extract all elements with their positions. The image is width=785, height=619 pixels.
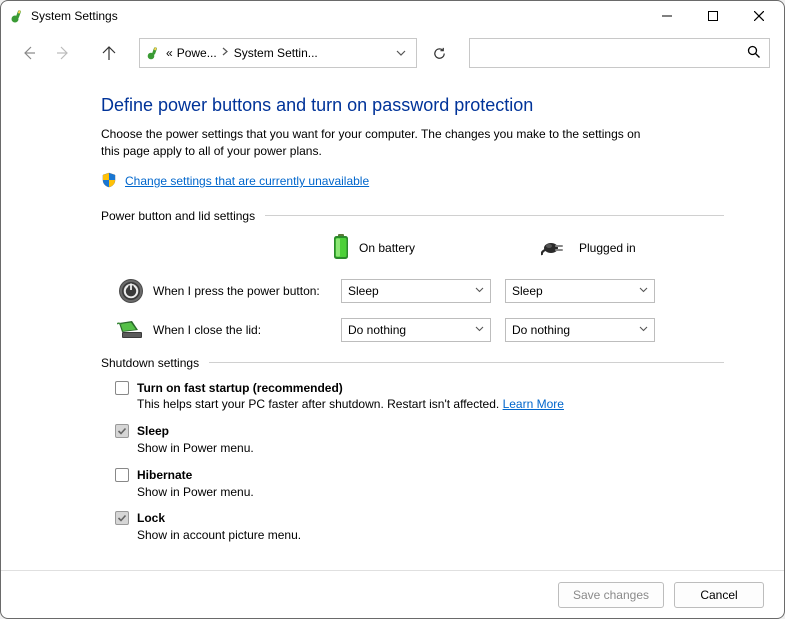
row-lid-label: When I close the lid:: [153, 323, 341, 337]
shutdown-item: LockShow in account picture menu.: [115, 510, 724, 544]
app-icon: [9, 8, 25, 24]
admin-link-row: Change settings that are currently unava…: [101, 172, 724, 191]
shutdown-item-title: Hibernate: [137, 467, 254, 484]
checkbox[interactable]: [115, 468, 129, 482]
breadcrumb-item[interactable]: System Settin...: [234, 46, 318, 60]
window-title: System Settings: [31, 9, 644, 23]
shutdown-item-title: Turn on fast startup (recommended): [137, 380, 564, 397]
combo-value: Sleep: [512, 284, 543, 298]
maximize-button[interactable]: [690, 1, 736, 31]
shutdown-item-text: Turn on fast startup (recommended)This h…: [137, 380, 564, 414]
row-lid: When I close the lid: Do nothing Do noth…: [101, 318, 724, 342]
combo-lid-plugged[interactable]: Do nothing: [505, 318, 655, 342]
cancel-button[interactable]: Cancel: [674, 582, 764, 608]
shutdown-item-desc: Show in account picture menu.: [137, 527, 301, 544]
nav-forward-button[interactable]: [49, 39, 77, 67]
combo-value: Do nothing: [348, 323, 406, 337]
close-button[interactable]: [736, 1, 782, 31]
learn-more-link[interactable]: Learn More: [503, 397, 564, 411]
chevron-down-icon: [639, 324, 648, 335]
battery-icon: [331, 233, 351, 264]
change-settings-link[interactable]: Change settings that are currently unava…: [125, 174, 369, 188]
shutdown-settings-list: Turn on fast startup (recommended)This h…: [115, 380, 724, 544]
combo-value: Do nothing: [512, 323, 570, 337]
divider: [265, 215, 724, 216]
chevron-down-icon: [475, 285, 484, 296]
shutdown-item-desc: Show in Power menu.: [137, 440, 254, 457]
shutdown-item: HibernateShow in Power menu.: [115, 467, 724, 501]
combo-value: Sleep: [348, 284, 379, 298]
checkbox[interactable]: [115, 424, 129, 438]
shutdown-item-title: Lock: [137, 510, 301, 527]
shutdown-item-desc: Show in Power menu.: [137, 484, 254, 501]
shutdown-item-text: LockShow in account picture menu.: [137, 510, 301, 544]
content-area: Define power buttons and turn on passwor…: [1, 75, 784, 570]
page-heading: Define power buttons and turn on passwor…: [101, 95, 724, 116]
laptop-lid-icon: [115, 319, 147, 341]
combo-power-plugged[interactable]: Sleep: [505, 279, 655, 303]
row-power-label: When I press the power button:: [153, 284, 341, 298]
search-input[interactable]: [469, 38, 770, 68]
col-plugged-label: Plugged in: [579, 241, 636, 255]
divider: [209, 362, 724, 363]
window-controls: [644, 1, 782, 31]
section-title: Power button and lid settings: [101, 209, 255, 223]
shutdown-item-text: SleepShow in Power menu.: [137, 423, 254, 457]
shutdown-item: SleepShow in Power menu.: [115, 423, 724, 457]
window: System Settings: [0, 0, 785, 619]
shutdown-item-title: Sleep: [137, 423, 254, 440]
column-headers: On battery Plugged in: [331, 233, 724, 264]
shutdown-item-desc: This helps start your PC faster after sh…: [137, 396, 564, 413]
section-title: Shutdown settings: [101, 356, 199, 370]
footer: Save changes Cancel: [1, 570, 784, 618]
navbar: « Powe... System Settin...: [1, 31, 784, 75]
save-button[interactable]: Save changes: [558, 582, 664, 608]
minimize-button[interactable]: [644, 1, 690, 31]
page-description: Choose the power settings that you want …: [101, 126, 661, 160]
col-plugged: Plugged in: [541, 238, 691, 259]
chevron-right-icon: [222, 47, 229, 59]
chevron-down-icon[interactable]: [390, 46, 412, 60]
section-power-lid: Power button and lid settings: [101, 209, 724, 223]
chevron-down-icon: [475, 324, 484, 335]
checkbox[interactable]: [115, 381, 129, 395]
breadcrumb-icon: [144, 44, 162, 62]
nav-up-button[interactable]: [95, 39, 123, 67]
power-button-icon: [115, 278, 147, 304]
breadcrumb-prefix: «: [166, 46, 173, 60]
nav-back-button[interactable]: [15, 39, 43, 67]
combo-lid-battery[interactable]: Do nothing: [341, 318, 491, 342]
col-battery-label: On battery: [359, 241, 415, 255]
search-icon: [747, 45, 761, 62]
checkbox[interactable]: [115, 511, 129, 525]
combo-power-battery[interactable]: Sleep: [341, 279, 491, 303]
titlebar: System Settings: [1, 1, 784, 31]
plug-icon: [541, 238, 571, 259]
breadcrumb[interactable]: « Powe... System Settin...: [139, 38, 417, 68]
row-power-button: When I press the power button: Sleep Sle…: [101, 278, 724, 304]
col-battery: On battery: [331, 233, 481, 264]
breadcrumb-item[interactable]: Powe...: [177, 46, 217, 60]
chevron-down-icon: [639, 285, 648, 296]
shield-icon: [101, 172, 117, 191]
refresh-button[interactable]: [423, 38, 455, 68]
shutdown-item-text: HibernateShow in Power menu.: [137, 467, 254, 501]
shutdown-item: Turn on fast startup (recommended)This h…: [115, 380, 724, 414]
section-shutdown: Shutdown settings: [101, 356, 724, 370]
